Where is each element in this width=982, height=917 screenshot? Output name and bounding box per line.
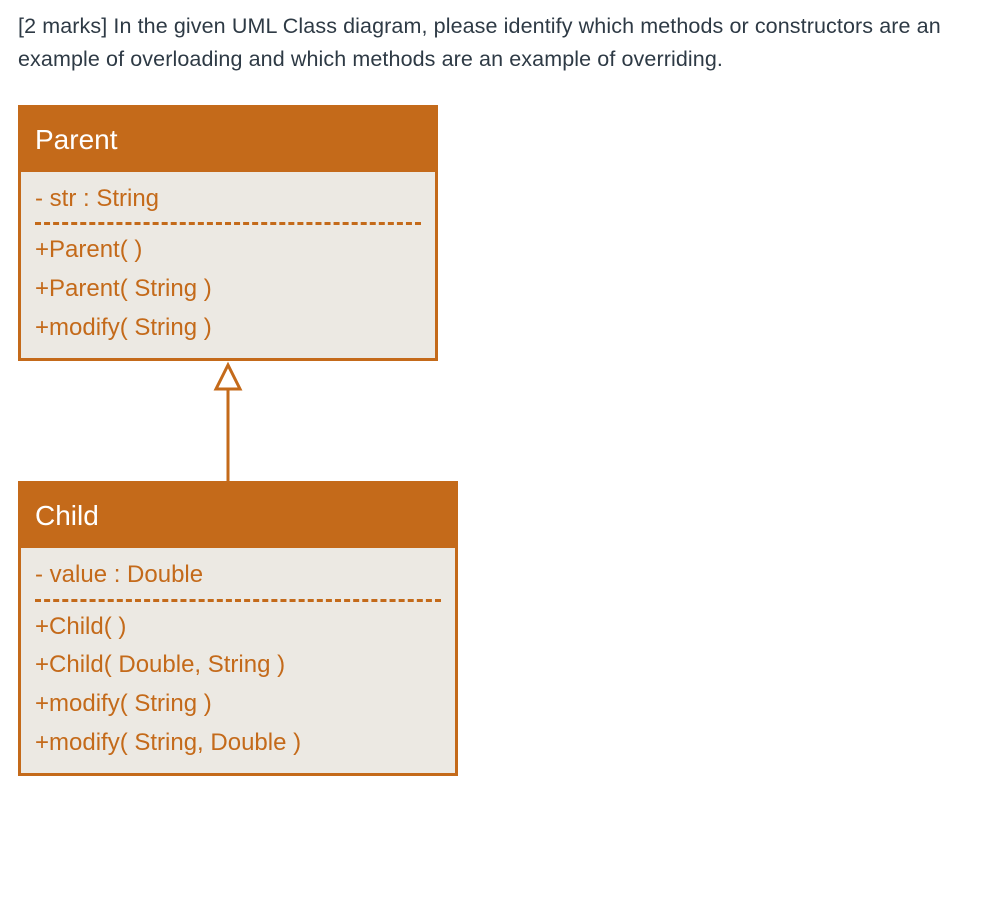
uml-divider (35, 222, 421, 225)
uml-class-child: Child - value : Double +Child( ) +Child(… (18, 481, 458, 776)
page: [2 marks] In the given UML Class diagram… (0, 0, 982, 796)
uml-operation: +modify( String ) (35, 309, 421, 348)
generalization-arrow (18, 361, 438, 481)
uml-attribute: - str : String (35, 178, 421, 221)
question-text: [2 marks] In the given UML Class diagram… (18, 10, 964, 77)
uml-operation: +modify( String, Double ) (35, 724, 441, 763)
arrowhead-icon (216, 365, 240, 389)
uml-class-parent-body: - str : String +Parent( ) +Parent( Strin… (21, 172, 435, 358)
uml-class-parent: Parent - str : String +Parent( ) +Parent… (18, 105, 438, 361)
uml-attribute: - value : Double (35, 554, 441, 597)
uml-operation: +Parent( String ) (35, 270, 421, 309)
uml-class-child-body: - value : Double +Child( ) +Child( Doubl… (21, 548, 455, 773)
uml-operation: +Parent( ) (35, 231, 421, 270)
uml-class-parent-title: Parent (21, 108, 435, 172)
uml-operation: +Child( Double, String ) (35, 646, 441, 685)
uml-class-child-title: Child (21, 484, 455, 548)
uml-operation: +modify( String ) (35, 685, 441, 724)
uml-diagram: Parent - str : String +Parent( ) +Parent… (18, 105, 478, 776)
uml-divider (35, 599, 441, 602)
uml-operation: +Child( ) (35, 608, 441, 647)
